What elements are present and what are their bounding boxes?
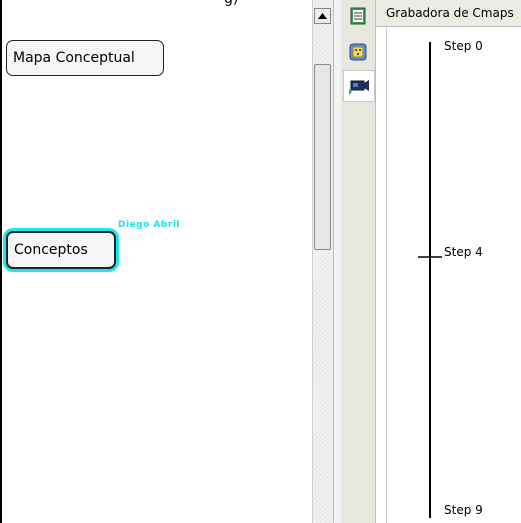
- step-label[interactable]: Step 9: [444, 503, 483, 517]
- arrow-up-icon: [318, 13, 327, 19]
- notes-icon: [350, 7, 366, 25]
- step-label[interactable]: Step 0: [444, 39, 483, 53]
- tool-icon-strip: [341, 0, 376, 523]
- recorder-title: Grabadora de Cmaps: [386, 6, 514, 20]
- navigator-icon: [349, 43, 367, 61]
- timeline-track: [418, 42, 442, 518]
- cmap-canvas[interactable]: g) Mapa Conceptual Diego Abril Conceptos: [0, 0, 314, 523]
- scroll-up-button[interactable]: [314, 8, 331, 24]
- cmap-recorder-panel: Grabadora de Cmaps Step 0 Step 4 Step 9: [376, 0, 521, 523]
- truncated-text: g): [224, 0, 238, 7]
- navigator-tool-button[interactable]: [346, 40, 370, 64]
- author-label: Diego Abril: [118, 220, 180, 230]
- recorder-header: Grabadora de Cmaps: [376, 0, 521, 27]
- scroll-thumb[interactable]: [314, 64, 331, 250]
- step-label-current[interactable]: Step 4: [444, 245, 483, 259]
- concept-node-conceptos[interactable]: Conceptos: [6, 231, 116, 269]
- vertical-scrollbar[interactable]: [312, 0, 333, 523]
- concept-node-mapa-conceptual[interactable]: Mapa Conceptual: [6, 40, 164, 76]
- recorder-timeline[interactable]: Step 0 Step 4 Step 9: [386, 28, 521, 523]
- recorder-camera-icon: [349, 80, 369, 95]
- recorder-tool-button[interactable]: [343, 70, 375, 102]
- notes-tool-button[interactable]: [346, 4, 370, 28]
